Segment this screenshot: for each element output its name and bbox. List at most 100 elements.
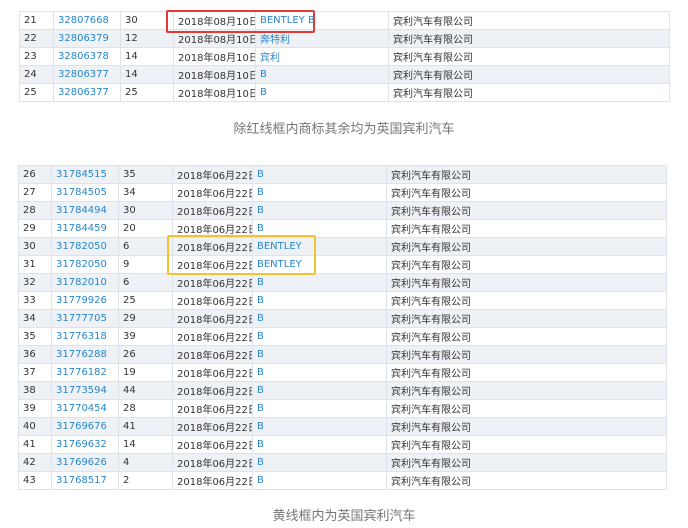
table-row: 40 31769676 41 2018年06月22日 B 宾利汽车有限公司 [18,417,667,436]
table-row: 36 31776288 26 2018年06月22日 B 宾利汽车有限公司 [18,345,667,364]
index-cell: 29 [18,219,52,238]
date-cell: 2018年06月22日 [172,273,253,292]
reg-number-cell[interactable]: 31782050 [51,255,119,274]
reg-number-cell[interactable]: 31769626 [51,453,119,472]
date-cell: 2018年06月22日 [172,453,253,472]
applicant-cell: 宾利汽车有限公司 [386,183,667,202]
class-cell: 19 [118,363,173,382]
reg-number-cell[interactable]: 31773594 [51,381,119,400]
reg-number-cell[interactable]: 31777705 [51,309,119,328]
trademark-cell[interactable]: B [252,327,387,346]
table-row: 22 32806379 12 2018年08月10日 奔特利 宾利汽车有限公司 [19,29,670,48]
applicant-cell: 宾利汽车有限公司 [388,29,670,48]
reg-number-cell[interactable]: 31770454 [51,399,119,418]
trademark-cell[interactable]: B [252,309,387,328]
trademark-cell[interactable]: B [252,381,387,400]
red-highlight-box [166,10,315,33]
applicant-cell: 宾利汽车有限公司 [386,309,667,328]
class-cell: 2 [118,471,173,490]
trademark-cell[interactable]: B [252,291,387,310]
index-cell: 28 [18,201,52,220]
table-row: 26 31784515 35 2018年06月22日 B 宾利汽车有限公司 [18,165,667,184]
applicant-cell: 宾利汽车有限公司 [386,219,667,238]
class-cell: 6 [118,237,173,256]
trademark-cell[interactable]: B [252,345,387,364]
class-cell: 25 [118,291,173,310]
trademark-cell[interactable]: B [252,399,387,418]
class-cell: 30 [118,201,173,220]
date-cell: 2018年06月22日 [172,165,253,184]
reg-number-cell[interactable]: 32806377 [53,83,121,102]
table-row: 39 31770454 28 2018年06月22日 B 宾利汽车有限公司 [18,399,667,418]
reg-number-cell[interactable]: 31776288 [51,345,119,364]
reg-number-cell[interactable]: 31784494 [51,201,119,220]
date-cell: 2018年06月22日 [172,417,253,436]
reg-number-cell[interactable]: 31784459 [51,219,119,238]
applicant-cell: 宾利汽车有限公司 [388,83,670,102]
trademark-cell[interactable]: B [252,363,387,382]
table-row: 34 31777705 29 2018年06月22日 B 宾利汽车有限公司 [18,309,667,328]
trademark-cell[interactable]: 宾利 [255,47,389,66]
class-cell: 29 [118,309,173,328]
reg-number-cell[interactable]: 31782050 [51,237,119,256]
date-cell: 2018年06月22日 [172,363,253,382]
reg-number-cell[interactable]: 31779926 [51,291,119,310]
trademark-cell[interactable]: B [252,471,387,490]
index-cell: 31 [18,255,52,274]
reg-number-cell[interactable]: 32807668 [53,11,121,30]
applicant-cell: 宾利汽车有限公司 [386,399,667,418]
reg-number-cell[interactable]: 31784505 [51,183,119,202]
index-cell: 38 [18,381,52,400]
index-cell: 39 [18,399,52,418]
table-row: 41 31769632 14 2018年06月22日 B 宾利汽车有限公司 [18,435,667,454]
table-row: 30 31782050 6 2018年06月22日 BENTLEY 宾利汽车有限公司 [18,237,667,256]
index-cell: 30 [18,237,52,256]
index-cell: 42 [18,453,52,472]
reg-number-cell[interactable]: 31782010 [51,273,119,292]
table-row: 33 31779926 25 2018年06月22日 B 宾利汽车有限公司 [18,291,667,310]
reg-number-cell[interactable]: 31784515 [51,165,119,184]
caption-2: 黄线框内为英国宾利汽车 [272,509,416,524]
trademark-cell[interactable]: B [252,183,387,202]
reg-number-cell[interactable]: 31768517 [51,471,119,490]
table-row: 38 31773594 44 2018年06月22日 B 宾利汽车有限公司 [18,381,667,400]
reg-number-cell[interactable]: 32806377 [53,65,121,84]
reg-number-cell[interactable]: 32806378 [53,47,121,66]
applicant-cell: 宾利汽车有限公司 [388,11,670,30]
trademark-cell[interactable]: B [252,435,387,454]
class-cell: 14 [118,435,173,454]
applicant-cell: 宾利汽车有限公司 [388,65,670,84]
reg-number-cell[interactable]: 31769676 [51,417,119,436]
index-cell: 26 [18,165,52,184]
date-cell: 2018年06月22日 [172,471,253,490]
reg-number-cell[interactable]: 31776318 [51,327,119,346]
trademark-cell[interactable]: B [252,417,387,436]
reg-number-cell[interactable]: 31776182 [51,363,119,382]
class-cell: 44 [118,381,173,400]
trademark-cell[interactable]: B [252,165,387,184]
trademark-cell[interactable]: B [252,273,387,292]
index-cell: 27 [18,183,52,202]
index-cell: 34 [18,309,52,328]
trademark-cell[interactable]: B [255,65,389,84]
date-cell: 2018年06月22日 [172,201,253,220]
class-cell: 35 [118,165,173,184]
trademark-cell[interactable]: B [255,83,389,102]
applicant-cell: 宾利汽车有限公司 [386,273,667,292]
class-cell: 4 [118,453,173,472]
date-cell: 2018年08月10日 [173,47,256,66]
index-cell: 35 [18,327,52,346]
table-row: 37 31776182 19 2018年06月22日 B 宾利汽车有限公司 [18,363,667,382]
trademark-cell[interactable]: B [252,453,387,472]
date-cell: 2018年06月22日 [172,399,253,418]
reg-number-cell[interactable]: 32806379 [53,29,121,48]
index-cell: 21 [19,11,54,30]
index-cell: 37 [18,363,52,382]
trademark-cell[interactable]: B [252,201,387,220]
trademark-table-1: 21 32807668 30 2018年08月10日 BENTLEY B 宾利汽车有限公司… [19,11,670,102]
class-cell: 6 [118,273,173,292]
reg-number-cell[interactable]: 31769632 [51,435,119,454]
applicant-cell: 宾利汽车有限公司 [386,327,667,346]
applicant-cell: 宾利汽车有限公司 [386,237,667,256]
date-cell: 2018年06月22日 [172,345,253,364]
